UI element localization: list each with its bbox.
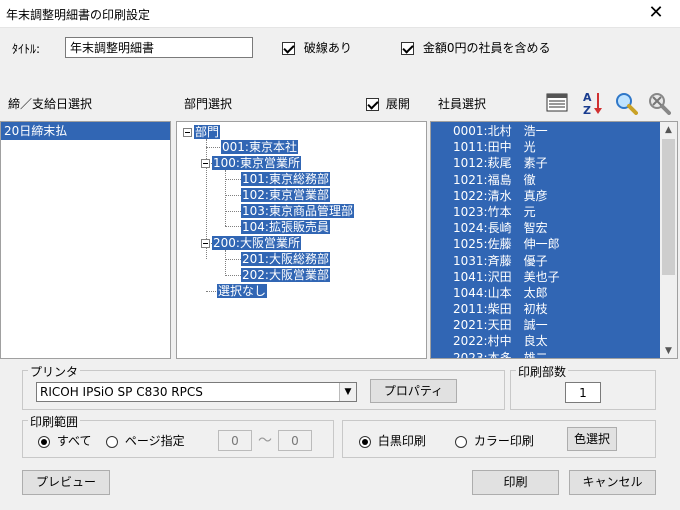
radio-selected-icon[interactable] [359, 435, 371, 448]
svg-text:Z: Z [583, 104, 591, 116]
range-all-radio[interactable]: すべて [38, 432, 92, 449]
collapse-icon[interactable] [201, 239, 210, 248]
tree-node[interactable]: 104:拡張販売員 [241, 219, 330, 235]
copies-group-label: 印刷部数 [516, 363, 569, 380]
tree-node[interactable]: 選択なし [217, 283, 268, 299]
broken-line-checkbox[interactable]: 破線あり [282, 39, 352, 56]
cancel-button[interactable]: キャンセル [569, 470, 656, 495]
color-radio[interactable]: カラー印刷 [455, 432, 534, 449]
window-title: 年末調整明細書の印刷設定 [6, 8, 151, 22]
range-tilde: ～ [258, 433, 272, 449]
title-input[interactable] [65, 37, 253, 58]
scroll-down-icon[interactable]: ▼ [660, 343, 677, 358]
tree-node[interactable]: 101:東京総務部 [241, 171, 330, 187]
employee-item[interactable]: 2023:本多 雄二 [453, 350, 659, 358]
employee-item[interactable]: 1025:佐藤 伸一郎 [453, 236, 659, 252]
mono-radio[interactable]: 白黒印刷 [359, 432, 426, 449]
printer-select-value: RICOH IPSiO SP C830 RPCS [40, 385, 203, 399]
tree-node[interactable]: 200:大阪営業所 [201, 235, 301, 251]
employee-item[interactable]: 1023:竹本 元 [453, 204, 659, 220]
collapse-icon[interactable] [183, 128, 192, 137]
broken-line-label: 破線あり [303, 41, 352, 55]
employee-item[interactable]: 1022:清水 真彦 [453, 188, 659, 204]
employee-item[interactable]: 1031:斉藤 優子 [453, 253, 659, 269]
employee-item[interactable]: 1041:沢田 美也子 [453, 269, 659, 285]
employee-item[interactable]: 1024:長崎 智宏 [453, 220, 659, 236]
closing-list[interactable]: 20日締末払 [0, 121, 171, 359]
sort-az-icon[interactable]: A Z [582, 90, 604, 117]
employee-header: 社員選択 [438, 97, 487, 111]
employee-item[interactable]: 1044:山本 太郎 [453, 285, 659, 301]
chevron-down-icon[interactable]: ▼ [339, 383, 356, 401]
employee-item[interactable]: 2011:柴田 初枝 [453, 301, 659, 317]
tree-node[interactable]: 201:大阪総務部 [241, 251, 330, 267]
employee-scrollbar[interactable]: ▲ ▼ [660, 122, 677, 358]
employee-items: 0001:北村 浩一 1011:田中 光 1012:萩尾 素子 1021:福島 徹 10… [453, 123, 659, 358]
employee-item[interactable]: 1012:萩尾 素子 [453, 155, 659, 171]
broken-line-check-icon[interactable] [282, 42, 295, 55]
color-label: カラー印刷 [473, 434, 534, 448]
svg-text:A: A [583, 91, 592, 104]
employee-list[interactable]: 0001:北村 浩一 1011:田中 光 1012:萩尾 素子 1021:福島 徹 10… [430, 121, 678, 359]
tree-node[interactable]: 100:東京営業所 [201, 155, 301, 171]
title-label: ﾀｲﾄﾙ: [12, 42, 41, 56]
expand-check-icon[interactable] [366, 98, 379, 111]
expand-label: 展開 [385, 97, 410, 111]
range-page-label: ページ指定 [124, 434, 185, 448]
print-button[interactable]: 印刷 [472, 470, 559, 495]
employee-item[interactable]: 2022:村中 良太 [453, 333, 659, 349]
tree-node[interactable]: 001:東京本社 [221, 139, 298, 155]
collapse-icon[interactable] [201, 159, 210, 168]
properties-button[interactable]: プロパティ [370, 379, 457, 403]
dept-header: 部門選択 [184, 97, 233, 111]
close-icon[interactable]: ✕ [644, 2, 668, 24]
range-page-radio[interactable]: ページ指定 [106, 432, 185, 449]
search-clear-icon[interactable] [647, 91, 671, 115]
expand-checkbox[interactable]: 展開 [366, 95, 410, 112]
tree-node[interactable]: 202:大阪営業部 [241, 267, 330, 283]
scroll-thumb[interactable] [662, 139, 675, 275]
employee-item[interactable]: 1011:田中 光 [453, 139, 659, 155]
range-from-input[interactable] [218, 430, 252, 451]
color-select-button[interactable]: 色選択 [567, 427, 617, 451]
closing-item[interactable]: 20日締末払 [1, 122, 170, 140]
scroll-up-icon[interactable]: ▲ [660, 122, 677, 139]
tree-node[interactable]: 103:東京商品管理部 [241, 203, 354, 219]
include-zero-checkbox[interactable]: 金額0円の社員を含める [401, 39, 550, 56]
mono-label: 白黒印刷 [377, 434, 426, 448]
copies-input[interactable] [565, 382, 601, 403]
radio-icon[interactable] [455, 435, 467, 448]
include-zero-label: 金額0円の社員を含める [422, 41, 551, 55]
radio-icon[interactable] [106, 435, 118, 448]
search-icon[interactable] [614, 91, 638, 115]
radio-selected-icon[interactable] [38, 435, 50, 448]
range-to-input[interactable] [278, 430, 312, 451]
dept-tree[interactable]: 部門 001:東京本社 100:東京営業所 101:東京総務部 102:東京営業… [176, 121, 427, 359]
printer-select[interactable]: RICOH IPSiO SP C830 RPCS ▼ [36, 382, 357, 402]
range-all-label: すべて [56, 434, 92, 448]
closing-header: 締／支給日選択 [8, 97, 93, 111]
printer-group-label: プリンタ [28, 363, 81, 380]
employee-item[interactable]: 0001:北村 浩一 [453, 123, 659, 139]
employee-item[interactable]: 1021:福島 徹 [453, 172, 659, 188]
include-zero-check-icon[interactable] [401, 42, 414, 55]
employee-item[interactable]: 2021:天田 誠一 [453, 317, 659, 333]
title-bar: 年末調整明細書の印刷設定 ✕ [0, 0, 680, 28]
list-view-icon[interactable] [546, 92, 568, 114]
preview-button[interactable]: プレビュー [22, 470, 110, 495]
range-group-label: 印刷範囲 [28, 413, 81, 430]
tree-node[interactable]: 102:東京営業部 [241, 187, 330, 203]
tree-node-root[interactable]: 部門 [183, 124, 221, 140]
